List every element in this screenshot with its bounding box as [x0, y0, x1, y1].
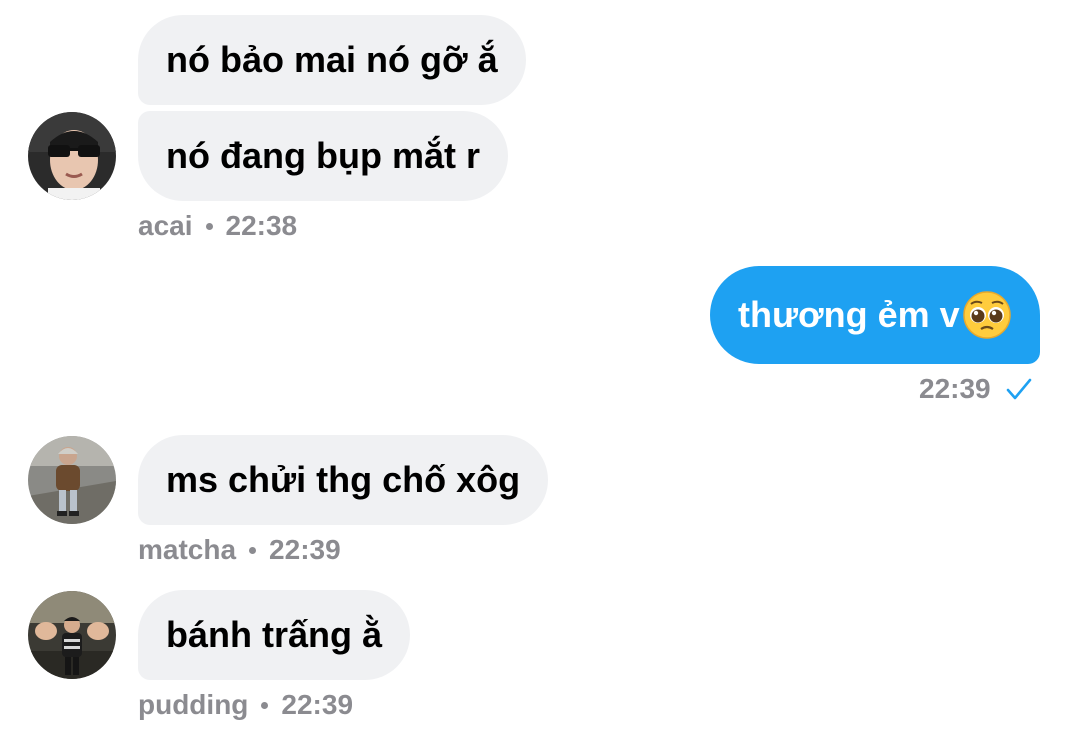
- message-text: ms chửi thg chố xôg: [166, 459, 521, 500]
- message-bubble-acai-1[interactable]: nó bảo mai nó gỡ ắ: [138, 15, 526, 105]
- check-icon: [1006, 378, 1031, 400]
- avatar-pudding[interactable]: [28, 591, 116, 679]
- message-meta-matcha: matcha 22:39: [138, 534, 341, 566]
- message-text: thương ẻm v: [738, 294, 960, 335]
- sender-name: acai: [138, 210, 193, 241]
- sender-name: pudding: [138, 689, 249, 720]
- message-bubble-matcha[interactable]: ms chửi thg chố xôg: [138, 435, 549, 525]
- separator-dot: [261, 701, 269, 709]
- separator-dot: [249, 546, 257, 554]
- avatar-matcha[interactable]: [28, 436, 116, 524]
- message-meta-outgoing: 22:39: [919, 373, 1033, 405]
- message-bubble-pudding[interactable]: bánh trấng ằ: [138, 590, 411, 680]
- timestamp: 22:39: [919, 373, 991, 404]
- message-meta-acai: acai 22:38: [138, 210, 297, 242]
- message-bubble-outgoing[interactable]: thương ẻm v: [710, 266, 1040, 364]
- avatar-acai[interactable]: [28, 112, 116, 200]
- message-text: nó đang bụp mắt r: [166, 135, 480, 176]
- sender-name: matcha: [138, 534, 237, 565]
- timestamp: 22:38: [225, 210, 298, 241]
- timestamp: 22:39: [281, 689, 354, 720]
- chat-thread: nó bảo mai nó gỡ ắ nó đang bụp mắt r aca…: [0, 0, 1080, 744]
- message-text: nó bảo mai nó gỡ ắ: [166, 39, 498, 80]
- message-bubble-acai-2[interactable]: nó đang bụp mắt r: [138, 111, 508, 201]
- timestamp: 22:39: [269, 534, 341, 565]
- message-text: bánh trấng ằ: [166, 614, 383, 655]
- separator-dot: [205, 222, 213, 230]
- pleading-face-emoji-icon: [962, 291, 1011, 339]
- message-meta-pudding: pudding 22:39: [138, 689, 353, 721]
